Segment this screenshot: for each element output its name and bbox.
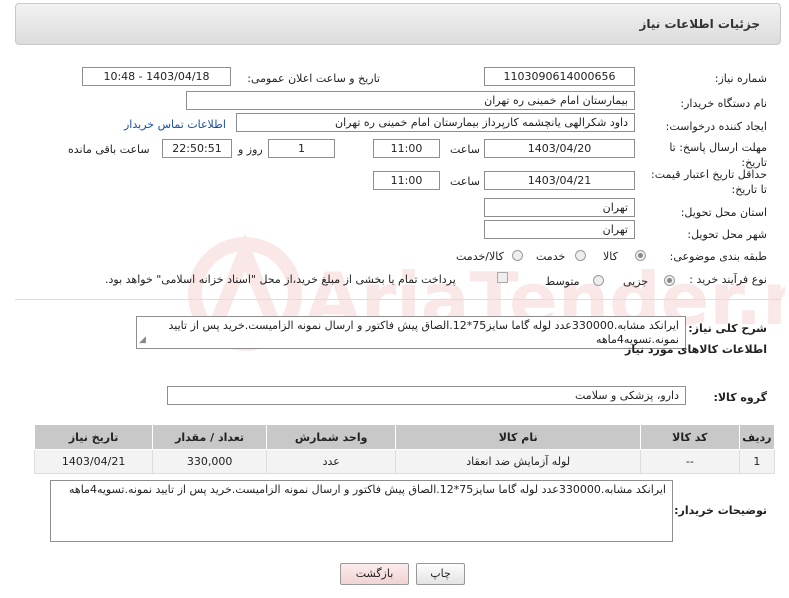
province-field: تهران bbox=[484, 198, 635, 217]
contact-link[interactable]: اطلاعات تماس خریدار bbox=[124, 118, 226, 131]
col-date-header: تاریخ نیاز bbox=[33, 424, 154, 450]
buyer-notes-text: ایرانکد مشابه.330000عدد لوله گاما سایز75… bbox=[69, 483, 666, 496]
process-radio-minor[interactable] bbox=[664, 275, 675, 286]
col-unit-header: واحد شمارش bbox=[265, 424, 397, 450]
back-button[interactable]: بازگشت bbox=[340, 563, 409, 585]
process-option-minor: جزیی bbox=[623, 275, 649, 288]
goods-section-title: اطلاعات کالاهای مورد نیاز bbox=[625, 343, 767, 356]
day-and-label: روز و bbox=[238, 143, 263, 156]
city-field: تهران bbox=[484, 220, 635, 239]
min-price-time-field: 11:00 bbox=[373, 171, 440, 190]
category-radio-service[interactable] bbox=[575, 250, 586, 261]
table-header-row: ردیف کد کالا نام کالا واحد شمارش تعداد /… bbox=[33, 424, 776, 450]
cell-qty: 330,000 bbox=[152, 449, 267, 474]
buyer-notes-label: توضیحات خریدار: bbox=[674, 504, 767, 517]
min-price-label: حداقل تاریخ اعتبار قیمت: تا تاریخ: bbox=[651, 168, 767, 196]
goods-group-label: گروه کالا: bbox=[713, 391, 767, 404]
buyer-field: بیمارستان امام خمینی ره تهران bbox=[186, 91, 635, 110]
announce-label: تاریخ و ساعت اعلان عمومی: bbox=[247, 72, 380, 85]
buyer-notes-textarea[interactable]: ایرانکد مشابه.330000عدد لوله گاما سایز75… bbox=[50, 480, 673, 542]
min-price-time-label: ساعت bbox=[450, 175, 480, 188]
cell-code: -- bbox=[639, 449, 740, 474]
panel-header: جزئیات اطلاعات نیاز bbox=[15, 3, 781, 45]
min-price-date-field: 1403/04/21 bbox=[484, 171, 635, 190]
deadline-label: مهلت ارسال پاسخ: تا تاریخ: bbox=[669, 141, 767, 169]
col-name-header: نام کالا bbox=[395, 424, 641, 450]
category-option-goods-service: کالا/خدمت bbox=[456, 250, 504, 263]
process-radio-medium[interactable] bbox=[593, 275, 604, 286]
col-qty-header: تعداد / مقدار bbox=[152, 424, 267, 450]
need-number-field: 1103090614000656 bbox=[484, 67, 635, 86]
deadline-date-field: 1403/04/20 bbox=[484, 139, 635, 158]
process-option-medium: متوسط bbox=[545, 275, 580, 288]
category-option-goods: کالا bbox=[603, 250, 618, 263]
col-code-header: کد کالا bbox=[639, 424, 740, 450]
category-radio-goods[interactable] bbox=[635, 250, 646, 261]
creator-label: ایجاد کننده درخواست: bbox=[665, 120, 767, 133]
deadline-time-label: ساعت bbox=[450, 143, 480, 156]
summary-label: شرح کلی نیاز: bbox=[688, 322, 767, 335]
city-label: شهر محل تحویل: bbox=[687, 228, 767, 241]
deadline-time-field: 11:00 bbox=[373, 139, 440, 158]
resize-grip-icon[interactable]: ◢ bbox=[139, 333, 146, 347]
process-label: نوع فرآیند خرید : bbox=[689, 273, 767, 286]
need-number-label: شماره نیاز: bbox=[714, 72, 767, 85]
col-row-header: ردیف bbox=[738, 424, 776, 450]
payment-note: پرداخت تمام یا بخشی از مبلغ خرید،از محل … bbox=[105, 273, 456, 286]
cell-name: لوله آزمایش ضد انعقاد bbox=[395, 449, 641, 474]
divider bbox=[15, 299, 781, 300]
creator-field: داود شکرالهی یانچشمه کارپرداز بیمارستان … bbox=[236, 113, 635, 132]
goods-table: ردیف کد کالا نام کالا واحد شمارش تعداد /… bbox=[33, 424, 776, 474]
remaining-label: ساعت باقی مانده bbox=[68, 143, 150, 156]
category-radio-goods-service[interactable] bbox=[512, 250, 523, 261]
remaining-time-field: 22:50:51 bbox=[162, 139, 232, 158]
days-field: 1 bbox=[268, 139, 335, 158]
cell-unit: عدد bbox=[265, 449, 397, 474]
goods-group-field: دارو، پزشکی و سلامت bbox=[167, 386, 686, 405]
category-option-service: خدمت bbox=[536, 250, 566, 263]
province-label: استان محل تحویل: bbox=[680, 206, 767, 219]
announce-field: 1403/04/18 - 10:48 bbox=[82, 67, 231, 86]
category-label: طبقه بندی موضوعی: bbox=[669, 250, 767, 263]
cell-date: 1403/04/21 bbox=[33, 449, 154, 474]
print-button[interactable]: چاپ bbox=[416, 563, 465, 585]
payment-checkbox[interactable] bbox=[497, 272, 508, 283]
summary-textarea[interactable]: ایرانکد مشابه.330000عدد لوله گاما سایز75… bbox=[136, 316, 686, 349]
cell-row: 1 bbox=[738, 449, 776, 474]
summary-text: ایرانکد مشابه.330000عدد لوله گاما سایز75… bbox=[168, 319, 679, 346]
table-row: 1 -- لوله آزمایش ضد انعقاد عدد 330,000 1… bbox=[33, 449, 776, 474]
buyer-label: نام دستگاه خریدار: bbox=[680, 97, 767, 110]
page-title: جزئیات اطلاعات نیاز bbox=[639, 17, 760, 31]
